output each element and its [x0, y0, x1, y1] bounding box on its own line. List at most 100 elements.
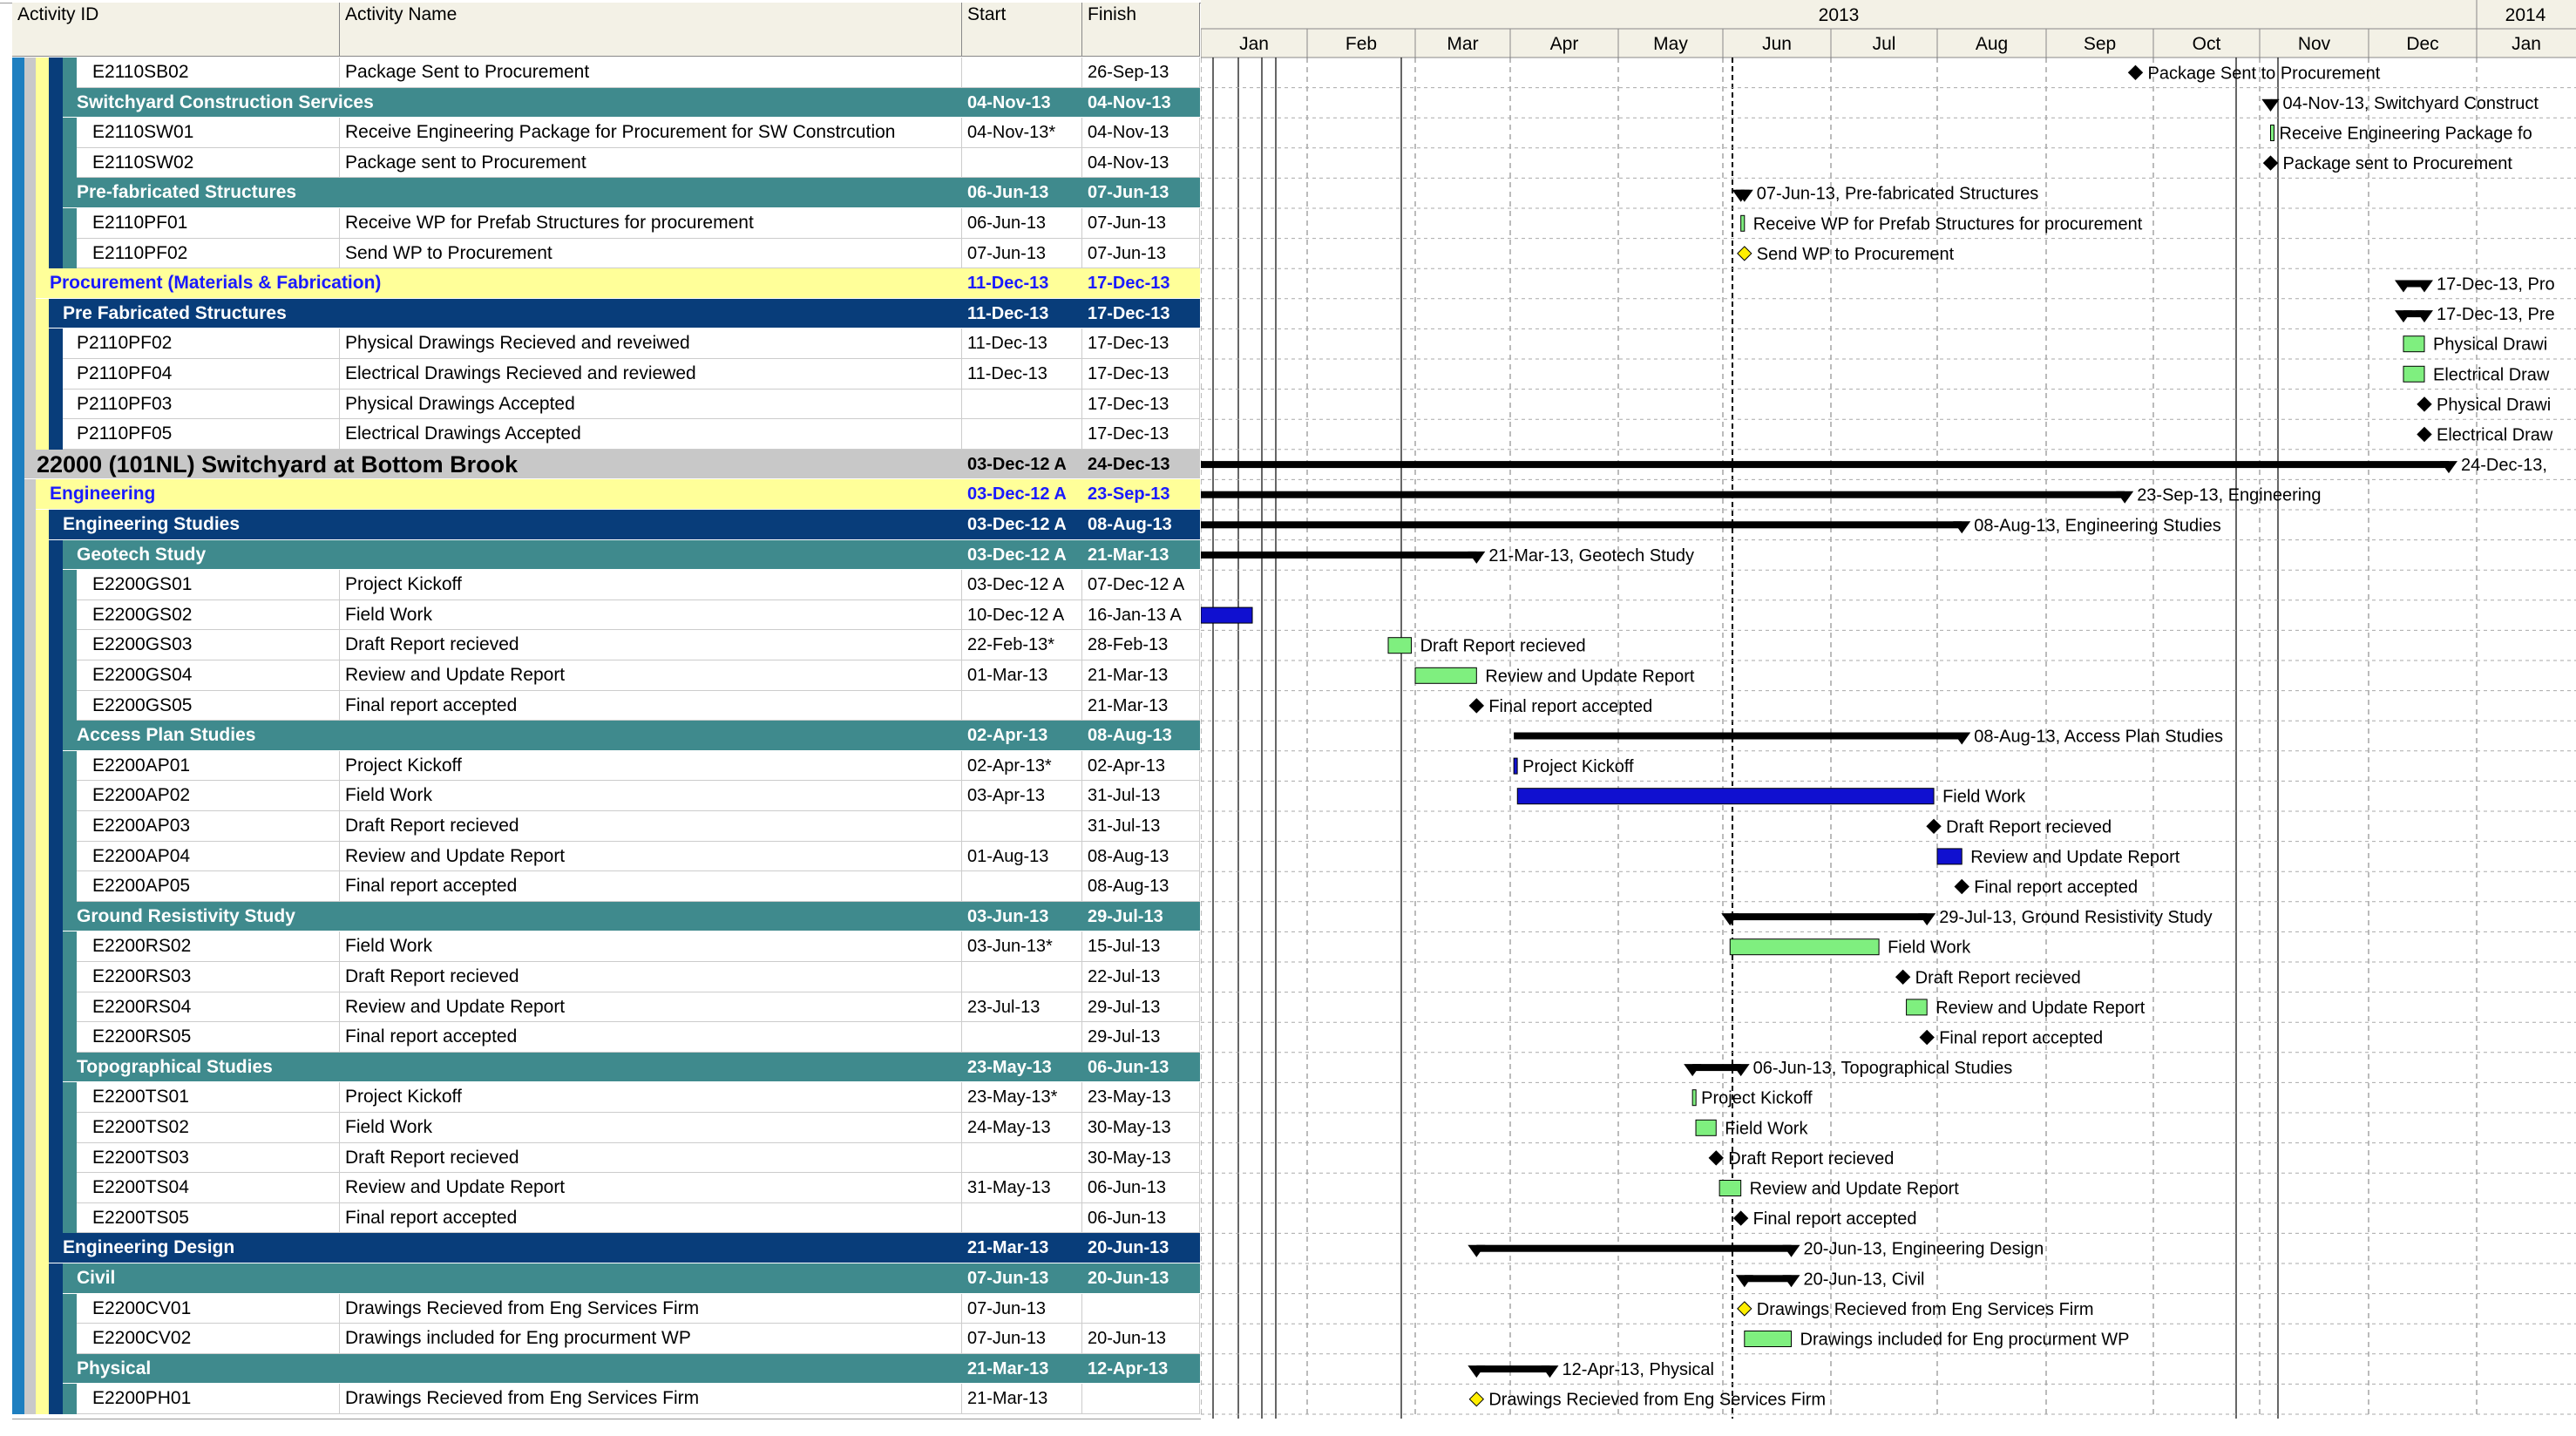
table-row[interactable]: E2110PF01 Receive WP for Prefab Structure… [12, 208, 1200, 239]
activity-bar[interactable] [2403, 365, 2425, 383]
summary-bar[interactable] [1201, 461, 2449, 469]
table-row[interactable]: E2200RS05 Final report accepted 29-Jul-13 [12, 1022, 1200, 1053]
summary-bar[interactable] [1476, 1244, 1792, 1252]
milestone-icon[interactable] [1737, 246, 1752, 261]
table-row[interactable]: E2110SW01 Receive Engineering Package for… [12, 118, 1200, 148]
group-row[interactable]: Physical 21-Mar-13 12-Apr-13 [12, 1353, 1200, 1385]
summary-bar[interactable] [1201, 521, 1963, 529]
wbs-level-stripe [63, 781, 77, 811]
table-row[interactable]: E2200TS02 Field Work 24-May-13 30-May-13 [12, 1113, 1200, 1143]
activity-id: E2200GS05 [77, 690, 340, 721]
table-row[interactable]: E2200GS04 Review and Update Report 01-Mar-… [12, 660, 1200, 691]
group-row[interactable]: Engineering Studies 03-Dec-12 A 08-Aug-13 [12, 510, 1200, 540]
table-row[interactable]: E2200TS04 Review and Update Report 31-May-… [12, 1173, 1200, 1203]
table-row[interactable]: E2110SW02 Package sent to Procurement 04-N… [12, 147, 1200, 179]
activity-bar[interactable] [2403, 335, 2425, 353]
table-row[interactable]: P2110PF04 Electrical Drawings Recieved an… [12, 359, 1200, 389]
table-row[interactable]: E2200PH01 Drawings Recieved from Eng Serv… [12, 1384, 1200, 1414]
column-header-activity-name[interactable]: Activity Name [340, 3, 962, 57]
group-row[interactable]: Pre Fabricated Structures 11-Dec-13 17-Dec… [12, 298, 1200, 329]
table-row[interactable]: P2110PF05 Electrical Drawings Accepted 17-… [12, 419, 1200, 450]
activity-bar[interactable] [1513, 757, 1518, 775]
table-row[interactable]: E2110SB02 Package Sent to Procurement 26-S… [12, 58, 1200, 88]
column-header-start[interactable]: Start [962, 3, 1082, 57]
milestone-icon[interactable] [1708, 1150, 1724, 1166]
group-row[interactable]: Engineering Design 21-Mar-13 20-Jun-13 [12, 1233, 1200, 1263]
table-row[interactable]: E2200RS04 Review and Update Report 23-Jul-… [12, 992, 1200, 1023]
table-row[interactable]: E2200AP02 Field Work 03-Apr-13 31-Jul-13 [12, 781, 1200, 811]
milestone-icon[interactable] [1895, 969, 1911, 986]
summary-bar[interactable] [1476, 1365, 1550, 1373]
table-row[interactable]: E2200TS05 Final report accepted 06-Jun-13 [12, 1202, 1200, 1234]
column-header-activity-id[interactable]: Activity ID [12, 3, 340, 57]
activity-bar[interactable] [1414, 667, 1477, 684]
table-row[interactable]: E2200AP03 Draft Report recieved 31-Jul-13 [12, 811, 1200, 842]
table-row[interactable]: E2200GS05 Final report accepted 21-Mar-13 [12, 690, 1200, 721]
group-row[interactable]: 22000 (101NL) Switchyard at Bottom Brook… [12, 449, 1200, 480]
group-row[interactable]: Civil 07-Jun-13 20-Jun-13 [12, 1263, 1200, 1294]
summary-bar[interactable] [1201, 551, 1477, 559]
table-row[interactable]: E2200AP04 Review and Update Report 01-Aug-… [12, 841, 1200, 872]
group-row[interactable]: Geotech Study 03-Dec-12 A 21-Mar-13 [12, 539, 1200, 571]
table-row[interactable]: E2200GS01 Project Kickoff 03-Dec-12 A 07-De… [12, 570, 1200, 600]
group-row[interactable]: Pre-fabricated Structures 06-Jun-13 07-Jun… [12, 178, 1200, 208]
summary-bar[interactable] [1514, 732, 1963, 740]
table-row[interactable]: E2200RS03 Draft Report recieved 22-Jul-13 [12, 962, 1200, 992]
wbs-level-stripe [49, 901, 63, 932]
table-row[interactable]: E2200TS01 Project Kickoff 23-May-13* 23-May… [12, 1082, 1200, 1113]
table-row[interactable]: P2110PF02 Physical Drawings Recieved and … [12, 329, 1200, 359]
milestone-icon[interactable] [2417, 426, 2432, 443]
gantt-chart[interactable]: 2013 2014 Jan Feb Mar Apr May Jun Jul Aug Sep Oct No… [1201, 0, 2576, 1436]
milestone-icon[interactable] [1954, 878, 1969, 895]
wbs-level-stripe [36, 811, 49, 842]
finish-date: 07-Jun-13 [1082, 178, 1200, 208]
activity-bar[interactable] [1201, 606, 1253, 624]
group-row[interactable]: Ground Resistivity Study 03-Jun-13 29-Jul-… [12, 901, 1200, 932]
activity-bar[interactable] [1906, 999, 1928, 1016]
table-row[interactable]: E2200CV02 Drawings included for Eng procu… [12, 1324, 1200, 1354]
table-row[interactable]: E2200AP05 Final report accepted 08-Aug-13 [12, 871, 1200, 902]
milestone-icon[interactable] [1919, 1029, 1935, 1046]
table-row[interactable]: P2110PF03 Physical Drawings Accepted 17-De… [12, 389, 1200, 420]
wbs-level-stripe [49, 147, 63, 179]
group-row[interactable]: Switchyard Construction Services 04-Nov-1… [12, 87, 1200, 119]
summary-bar[interactable] [1201, 491, 2125, 498]
table-row[interactable]: E2200GS02 Field Work 10-Dec-12 A 16-Jan-13 … [12, 599, 1200, 631]
milestone-icon[interactable] [1732, 1210, 1749, 1226]
activity-bar[interactable] [1718, 1180, 1742, 1196]
activity-bar[interactable] [1695, 1119, 1717, 1136]
activity-bar[interactable] [1740, 214, 1746, 232]
group-row[interactable]: Engineering 03-Dec-12 A 23-Sep-13 [12, 479, 1200, 510]
wbs-level-stripe [24, 871, 36, 902]
activity-bar[interactable] [1936, 848, 1963, 865]
group-row[interactable]: Topographical Studies 23-May-13 06-Jun-13 [12, 1052, 1200, 1083]
table-row[interactable]: E2200TS03 Draft Report recieved 30-May-13 [12, 1142, 1200, 1174]
activity-bar[interactable] [1691, 1089, 1697, 1107]
milestone-icon[interactable] [1926, 818, 1942, 835]
table-row[interactable]: E2200GS03 Draft Report recieved 22-Feb-13*… [12, 630, 1200, 660]
column-header-finish[interactable]: Finish [1082, 3, 1200, 57]
milestone-icon[interactable] [1737, 1301, 1752, 1317]
milestone-icon[interactable] [1468, 698, 1485, 714]
wbs-level-stripe [12, 1113, 24, 1143]
wbs-level-stripe [63, 630, 77, 660]
milestone-icon[interactable] [2127, 64, 2144, 81]
milestone-icon[interactable] [2417, 396, 2432, 412]
table-row[interactable]: E2200CV01 Drawings Recieved from Eng Serv… [12, 1293, 1200, 1324]
group-row[interactable]: Access Plan Studies 02-Apr-13 08-Aug-13 [12, 721, 1200, 751]
activity-bar[interactable] [1744, 1331, 1793, 1347]
activity-bar[interactable] [1729, 938, 1880, 956]
activity-bar[interactable] [2270, 125, 2274, 141]
table-row[interactable]: E2200AP01 Project Kickoff 02-Apr-13* 02-Apr… [12, 750, 1200, 782]
wbs-level-stripe [12, 1142, 24, 1174]
start-date: 21-Mar-13 [962, 1384, 1082, 1414]
table-row[interactable]: E2200RS02 Field Work 03-Jun-13* 15-Jul-13 [12, 931, 1200, 962]
milestone-icon[interactable] [2262, 155, 2279, 171]
activity-bar[interactable] [1516, 788, 1935, 805]
summary-bar[interactable] [1730, 913, 1928, 921]
table-row[interactable]: E2110PF02 Send WP to Procurement 07-Jun-13… [12, 238, 1200, 269]
wbs-level-stripe [12, 781, 24, 811]
milestone-icon[interactable] [1468, 1391, 1485, 1407]
activity-bar[interactable] [1387, 637, 1413, 654]
group-row[interactable]: Procurement (Materials & Fabrication) 11-… [12, 268, 1200, 299]
